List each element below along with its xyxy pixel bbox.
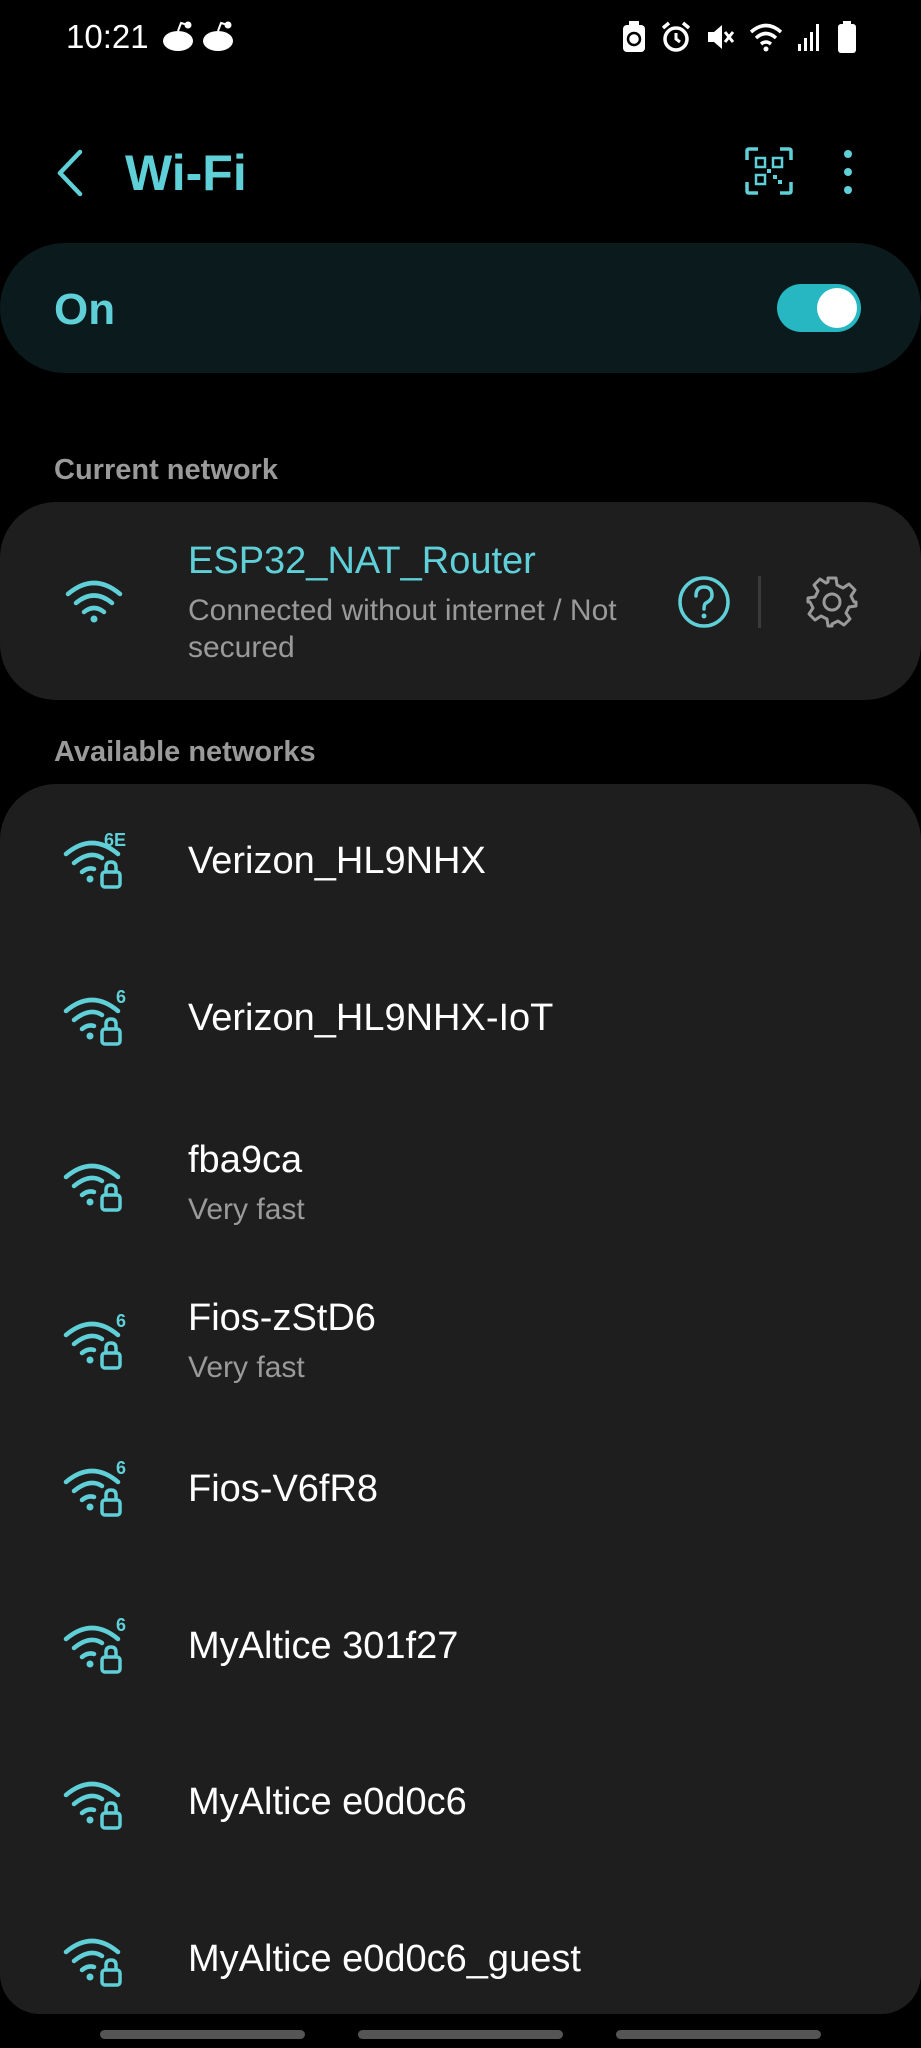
- battery-icon: [838, 21, 856, 53]
- wifi-lock-icon: [63, 1938, 122, 1987]
- nav-home-button[interactable]: [358, 2030, 563, 2039]
- battery-saver-icon: [623, 21, 645, 52]
- network-row[interactable]: MyAltice e0d0c6_guest: [0, 1882, 921, 2014]
- wifi-lock-icon: 6E: [63, 830, 126, 889]
- network-row[interactable]: 6 MyAltice 301f27: [0, 1569, 921, 1726]
- current-network-status: Connected without internet / Not secured: [188, 594, 617, 664]
- current-network-name: ESP32_NAT_Router: [188, 540, 536, 582]
- available-networks-list: 6E Verizon_HL9NHX 6 Verizon_HL9NHX-IoT fba9c…: [0, 784, 921, 2014]
- toggle-knob: [817, 288, 857, 328]
- wifi-icon: [749, 23, 783, 52]
- network-speed: Very fast: [188, 1193, 305, 1226]
- network-row[interactable]: 6 Fios-zStD6 Very fast: [0, 1255, 921, 1412]
- page-title: Wi-Fi: [125, 145, 247, 201]
- wifi-standard-badge: 6: [116, 1458, 126, 1478]
- wifi-standard-badge: 6: [116, 1311, 126, 1331]
- network-row[interactable]: MyAltice e0d0c6: [0, 1725, 921, 1882]
- gear-icon[interactable]: [804, 574, 860, 630]
- network-row[interactable]: 6E Verizon_HL9NHX: [0, 784, 921, 941]
- network-name: MyAltice 301f27: [188, 1625, 459, 1667]
- chevron-left-icon[interactable]: [50, 146, 90, 200]
- network-name: MyAltice e0d0c6: [188, 1781, 467, 1823]
- wifi-standard-badge: 6E: [104, 830, 126, 850]
- network-row[interactable]: 6 Verizon_HL9NHX-IoT: [0, 941, 921, 1098]
- wifi-toggle-switch[interactable]: [777, 284, 861, 332]
- qr-code-icon[interactable]: [744, 146, 794, 196]
- mute-icon: [708, 25, 735, 49]
- nav-back-button[interactable]: [616, 2030, 821, 2039]
- wifi-signal-icon: [65, 580, 123, 623]
- status-bar: 10:21: [0, 0, 921, 78]
- reddit-icon: [163, 21, 193, 51]
- navigation-bar: [0, 2020, 921, 2048]
- network-row[interactable]: 6 Fios-V6fR8: [0, 1412, 921, 1569]
- network-name: Fios-zStD6: [188, 1297, 376, 1339]
- wifi-standard-badge: 6: [116, 1615, 126, 1635]
- wifi-lock-icon: 6: [63, 1615, 126, 1674]
- available-networks-header: Available networks: [54, 736, 316, 768]
- divider: [758, 576, 761, 628]
- network-name: fba9ca: [188, 1139, 303, 1181]
- signal-icon: [798, 24, 819, 51]
- wifi-lock-icon: [63, 1163, 122, 1212]
- wifi-lock-icon: [63, 1781, 122, 1830]
- nav-recents-button[interactable]: [100, 2030, 305, 2039]
- current-network-card[interactable]: ESP32_NAT_Router Connected without inter…: [0, 502, 921, 700]
- wifi-lock-icon: 6: [63, 1311, 126, 1370]
- reddit-icon: [203, 21, 233, 51]
- wifi-lock-icon: 6: [63, 987, 126, 1046]
- network-name: Verizon_HL9NHX-IoT: [188, 997, 554, 1039]
- network-name: Verizon_HL9NHX: [188, 840, 486, 882]
- network-speed: Very fast: [188, 1351, 305, 1384]
- wifi-toggle-label: On: [54, 285, 116, 334]
- alarm-icon: [661, 21, 691, 52]
- network-row[interactable]: fba9ca Very fast: [0, 1097, 921, 1254]
- network-name: Fios-V6fR8: [188, 1468, 379, 1510]
- current-network-header: Current network: [54, 454, 278, 486]
- network-name: MyAltice e0d0c6_guest: [188, 1938, 581, 1980]
- wifi-standard-badge: 6: [116, 987, 126, 1007]
- wifi-lock-icon: 6: [63, 1458, 126, 1517]
- more-vert-icon[interactable]: [830, 144, 866, 200]
- status-time: 10:21: [66, 18, 149, 55]
- help-icon[interactable]: [676, 574, 732, 630]
- app-bar: Wi-Fi: [0, 130, 921, 216]
